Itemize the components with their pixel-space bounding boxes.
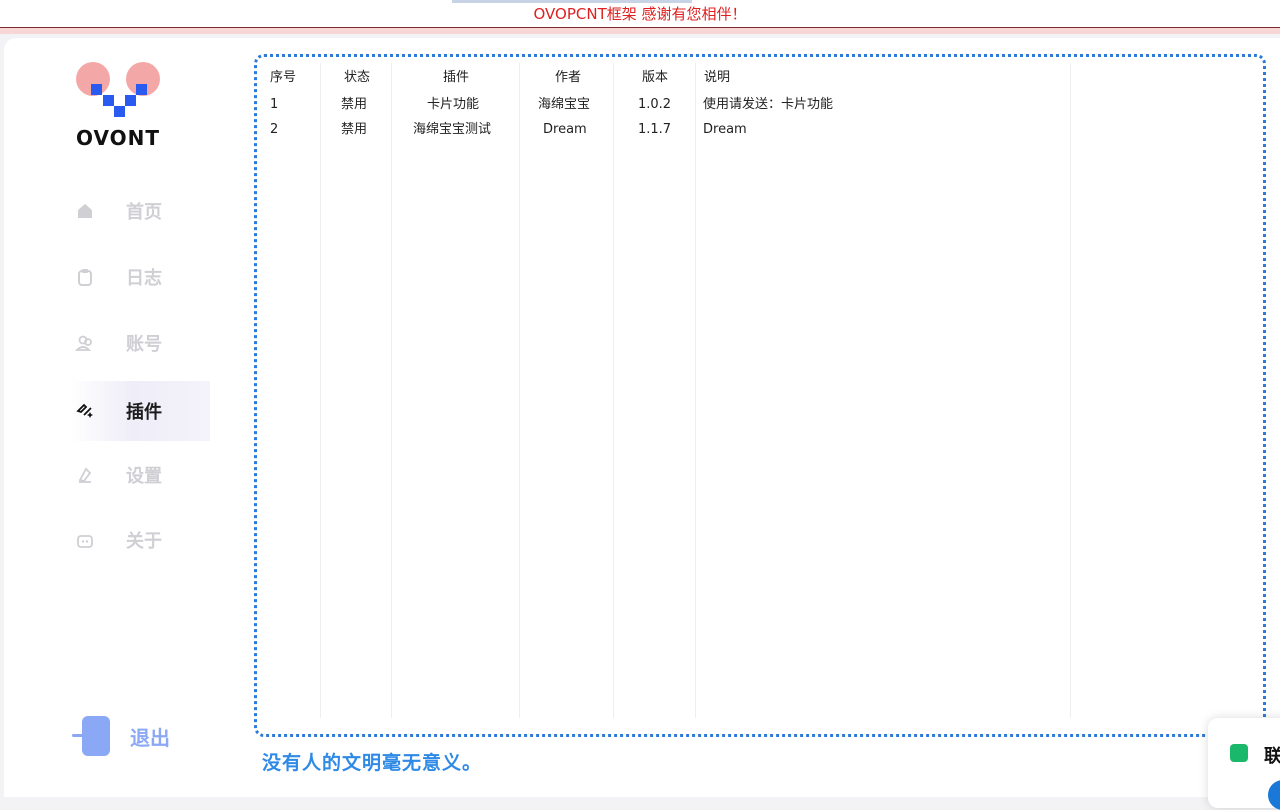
logo-pixel <box>136 84 147 95</box>
column-divider <box>391 63 392 718</box>
logout-button[interactable]: 退出 <box>70 712 210 760</box>
header-plugin[interactable]: 插件 <box>443 69 469 87</box>
sidebar-item-settings[interactable]: 设置 <box>70 445 210 505</box>
robot-icon <box>74 529 96 551</box>
sidebar-item-plugins[interactable]: 插件 <box>70 381 210 441</box>
settings-icon <box>74 464 96 486</box>
sidebar-item-about[interactable]: 关于 <box>70 510 210 570</box>
sidebar-item-label: 日志 <box>126 268 162 289</box>
help-bubble-icon[interactable] <box>1268 780 1280 810</box>
contact-label: 联 <box>1264 746 1280 767</box>
cell-author: 海绵宝宝 <box>538 97 591 112</box>
logo-pixel <box>103 95 114 106</box>
logout-icon <box>70 714 114 758</box>
banner-message: OVOPCNT框架 感谢有您相伴！ <box>533 5 747 23</box>
sidebar-item-label: 首页 <box>126 202 162 223</box>
cell-version: 1.0.2 <box>638 97 672 112</box>
sidebar-item-account[interactable]: 账号 <box>70 313 210 373</box>
cell-description: 使用请发送：卡片功能 <box>703 97 834 112</box>
cell-version: 1.1.7 <box>638 122 672 137</box>
brand-name: OVONT <box>76 126 160 150</box>
cell-index: 1 <box>270 97 279 112</box>
sidebar-item-home[interactable]: 首页 <box>70 181 210 241</box>
app-logo: OVONT <box>72 60 168 155</box>
contact-widget[interactable]: 联 <box>1208 718 1280 810</box>
plugin-table: 序号 状态 插件 作者 版本 说明 1 禁用 卡片功能 海绵宝宝 1.0.2 使… <box>254 54 1266 737</box>
sidebar-item-label: 设置 <box>126 466 162 487</box>
banner-strip <box>452 0 692 3</box>
header-description[interactable]: 说明 <box>704 69 730 87</box>
chat-icon <box>1230 744 1248 762</box>
column-divider <box>695 63 696 718</box>
logo-pixel <box>125 95 136 106</box>
header-status[interactable]: 状态 <box>344 69 370 87</box>
header-author[interactable]: 作者 <box>555 69 581 87</box>
clipboard-icon <box>74 266 96 288</box>
column-divider <box>613 63 614 718</box>
sparkle-plugin-icon <box>74 400 96 422</box>
logo-pixel <box>114 106 125 117</box>
column-divider <box>320 63 321 718</box>
sidebar-item-log[interactable]: 日志 <box>70 247 210 307</box>
cell-status: 禁用 <box>341 97 368 112</box>
cell-description: Dream <box>703 122 747 137</box>
logout-label: 退出 <box>130 725 170 750</box>
logo-pixel <box>91 84 102 95</box>
top-banner: OVOPCNT框架 感谢有您相伴！ <box>0 0 1280 28</box>
header-index[interactable]: 序号 <box>270 69 296 87</box>
cell-index: 2 <box>270 122 279 137</box>
sidebar-item-label: 账号 <box>126 334 162 355</box>
home-icon <box>74 200 96 222</box>
footer-motto: 没有人的文明毫无意义。 <box>262 752 483 774</box>
users-icon <box>74 332 96 354</box>
sidebar-item-label: 插件 <box>126 402 162 423</box>
banner-divider <box>0 28 1280 34</box>
cell-status: 禁用 <box>341 122 368 137</box>
cell-plugin: 海绵宝宝测试 <box>413 122 492 137</box>
cell-plugin: 卡片功能 <box>427 97 480 112</box>
column-divider <box>1070 63 1071 718</box>
cell-author: Dream <box>543 122 587 137</box>
column-divider <box>519 63 520 718</box>
header-version[interactable]: 版本 <box>642 69 668 87</box>
sidebar-item-label: 关于 <box>126 531 162 552</box>
